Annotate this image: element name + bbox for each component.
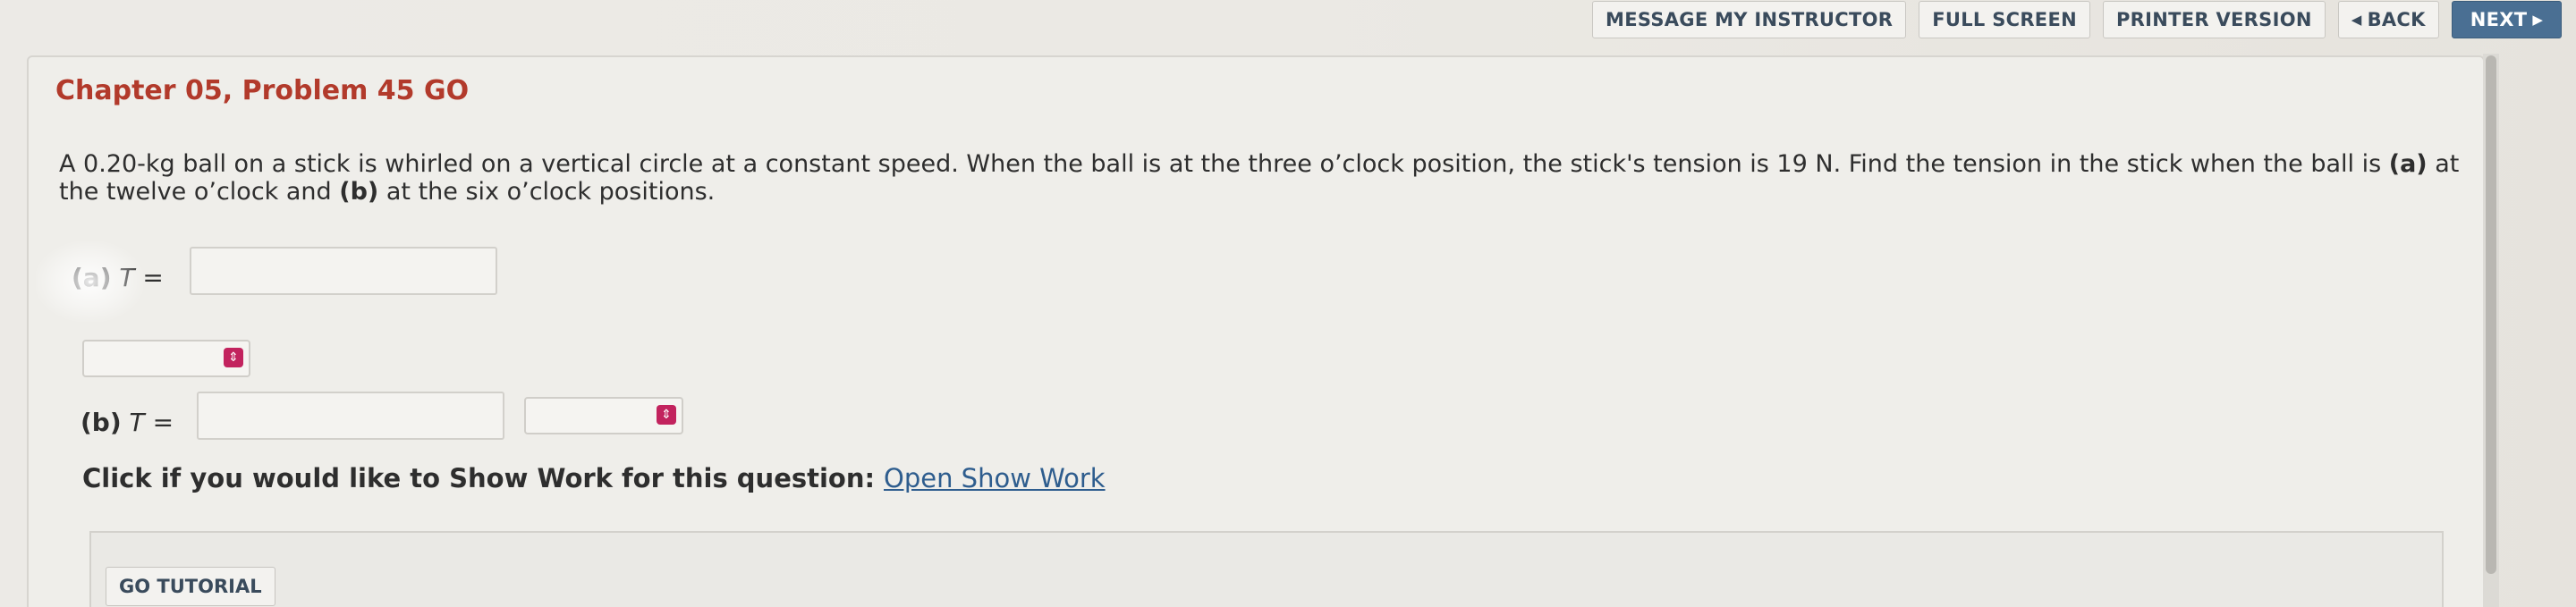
- app-window: MESSAGE MY INSTRUCTOR FULL SCREEN PRINTE…: [0, 0, 2576, 607]
- part-a-label: (a) T =: [72, 263, 164, 292]
- part-b-equals: =: [152, 408, 174, 437]
- message-instructor-label: MESSAGE MY INSTRUCTOR: [1606, 9, 1894, 30]
- right-triangle-icon: ▶: [2532, 12, 2544, 28]
- part-b-letter: (b): [80, 408, 122, 437]
- next-label: NEXT: [2470, 9, 2528, 30]
- printer-version-button[interactable]: PRINTER VERSION: [2102, 1, 2326, 38]
- message-instructor-button[interactable]: MESSAGE MY INSTRUCTOR: [1592, 1, 1907, 38]
- back-label: BACK: [2367, 9, 2426, 30]
- part-a-letter: (a): [72, 263, 112, 292]
- show-work-prompt: Click if you would like to Show Work for…: [82, 463, 876, 493]
- go-tutorial-button[interactable]: GO TUTORIAL: [106, 567, 275, 606]
- back-button[interactable]: ◀ BACK: [2337, 1, 2439, 38]
- part-b-label: (b) T =: [80, 408, 174, 437]
- problem-title: Chapter 05, Problem 45 GO: [55, 75, 470, 106]
- problem-text-a: (a): [2388, 150, 2428, 178]
- printer-version-label: PRINTER VERSION: [2115, 9, 2312, 30]
- open-show-work-link[interactable]: Open Show Work: [884, 463, 1106, 493]
- part-b-answer-input[interactable]: [197, 392, 504, 440]
- select-arrows-icon: ⇕: [657, 405, 676, 425]
- tutorial-panel: [89, 531, 2444, 607]
- part-a-unit-select[interactable]: ⇕: [82, 340, 250, 377]
- full-screen-label: FULL SCREEN: [1932, 9, 2077, 30]
- vertical-scrollbar[interactable]: [2483, 54, 2499, 607]
- go-tutorial-label: GO TUTORIAL: [119, 576, 262, 597]
- next-button[interactable]: NEXT ▶: [2451, 1, 2563, 38]
- problem-text: A 0.20-kg ball on a stick is whirled on …: [59, 150, 2474, 206]
- problem-text-part1: A 0.20-kg ball on a stick is whirled on …: [59, 150, 2389, 178]
- part-a-variable: T: [119, 263, 135, 292]
- problem-text-part3: at the six o’clock positions.: [378, 178, 716, 206]
- problem-panel: [27, 55, 2485, 607]
- part-a-equals: =: [142, 263, 164, 292]
- top-toolbar: MESSAGE MY INSTRUCTOR FULL SCREEN PRINTE…: [1592, 0, 2563, 39]
- select-arrows-icon: ⇕: [224, 348, 243, 367]
- part-b-unit-select[interactable]: ⇕: [524, 397, 683, 434]
- part-a-answer-input[interactable]: [190, 247, 497, 295]
- scrollbar-thumb[interactable]: [2486, 55, 2496, 574]
- left-triangle-icon: ◀: [2351, 12, 2362, 28]
- part-b-variable: T: [129, 408, 145, 437]
- problem-text-b: (b): [339, 178, 379, 206]
- full-screen-button[interactable]: FULL SCREEN: [1919, 1, 2090, 38]
